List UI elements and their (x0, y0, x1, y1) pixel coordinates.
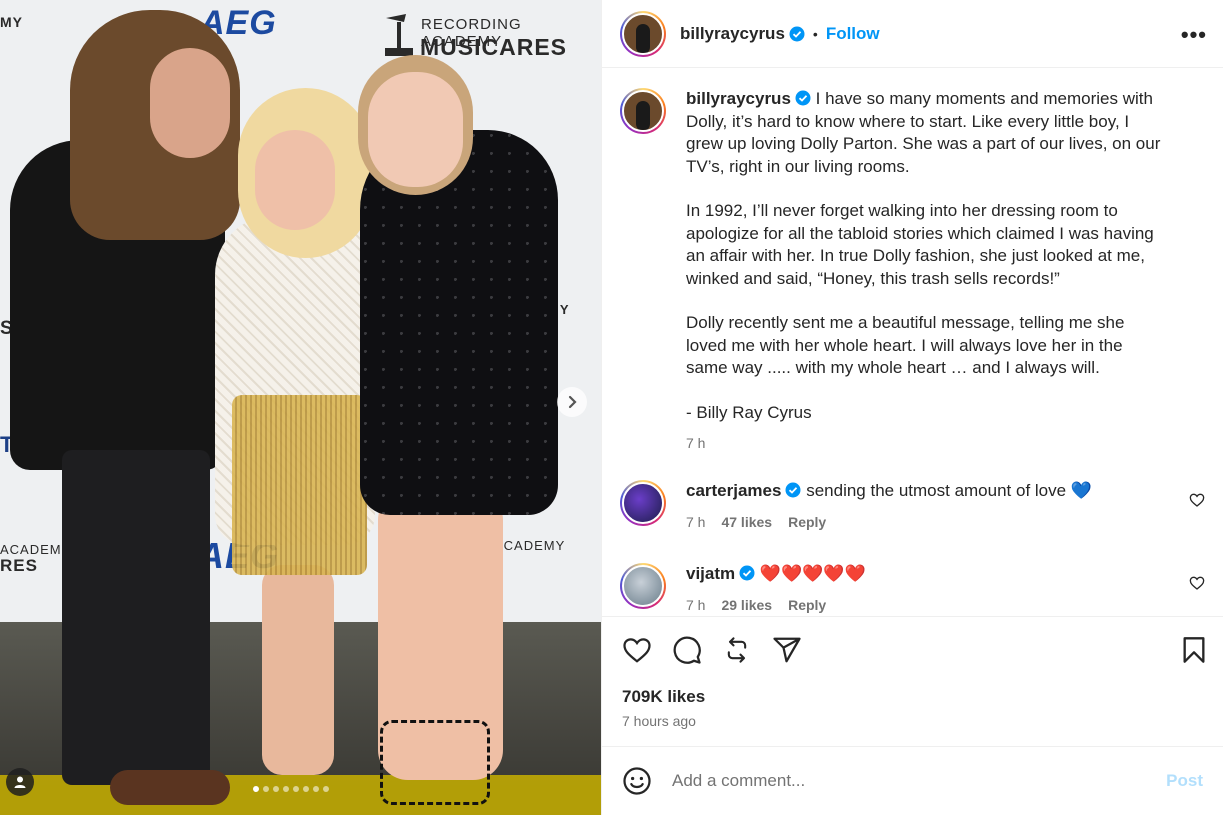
repost-icon (727, 637, 747, 663)
heart-icon (623, 638, 651, 663)
repost-button[interactable] (722, 635, 752, 665)
woman-center-legs (262, 565, 334, 775)
comment-reply-button[interactable]: Reply (788, 594, 826, 617)
post-time[interactable]: 7 hours ago (622, 713, 696, 729)
carousel-next-button[interactable] (557, 387, 587, 417)
man-jeans (62, 450, 210, 785)
add-comment-bar: Post (602, 746, 1223, 815)
man-boots (110, 770, 230, 805)
comments-section[interactable]: billyraycyrus I have so many moments and… (602, 68, 1223, 616)
chevron-right-icon (568, 395, 577, 409)
carousel-dot (263, 786, 269, 792)
send-icon (773, 637, 801, 663)
carousel-dot (283, 786, 289, 792)
carousel-dot (303, 786, 309, 792)
post-actions: 709K likes 7 hours ago (602, 616, 1223, 757)
author-username[interactable]: billyraycyrus (680, 24, 785, 44)
woman-center-face (255, 130, 335, 230)
comment-item: carterjames sending the utmost amount of… (620, 480, 1209, 533)
person-icon (14, 776, 26, 788)
caption-author[interactable]: billyraycyrus (686, 89, 791, 108)
comment-text: ❤️❤️❤️❤️❤️ (759, 564, 866, 583)
tagged-people-button[interactable] (6, 768, 34, 796)
comment-input[interactable] (672, 771, 1167, 791)
caption-paragraph-3: Dolly recently sent me a beautiful messa… (686, 313, 1125, 377)
post-comment-button[interactable]: Post (1166, 771, 1203, 791)
commenter-avatar[interactable] (620, 563, 666, 609)
more-options-button[interactable]: ••• (1181, 22, 1207, 48)
follow-button[interactable]: Follow (826, 24, 880, 44)
post-photo[interactable]: MY AEG RECORDING ACADEMY MUSICARES MY S … (0, 0, 601, 815)
carousel-dot (293, 786, 299, 792)
woman-right-heels (380, 720, 490, 805)
man-face (150, 48, 230, 158)
share-button[interactable] (772, 635, 802, 665)
like-button[interactable] (622, 635, 652, 665)
post-side-panel: billyraycyrus • Follow ••• billyraycyrus… (601, 0, 1223, 815)
likes-count[interactable]: 709K likes (622, 687, 705, 707)
commenter-username[interactable]: carterjames (686, 481, 781, 500)
comment-like-heart-icon[interactable] (1189, 575, 1205, 591)
verified-badge-icon (789, 26, 805, 41)
caption-time[interactable]: 7 h (686, 432, 705, 455)
caption-author-avatar[interactable] (620, 88, 666, 134)
comment-time[interactable]: 7 h (686, 511, 705, 534)
caption-signature: - Billy Ray Cyrus (686, 402, 812, 422)
gramophone-icon (385, 14, 413, 56)
user-avatar-icon (636, 101, 650, 130)
backdrop-text-academy-left: ACADEMY (0, 542, 72, 557)
comment-reply-button[interactable]: Reply (788, 511, 826, 534)
woman-right-face (368, 72, 463, 187)
backdrop-text-academy-right: ACADEMY (494, 538, 566, 553)
verified-badge-icon (795, 90, 811, 106)
caption: billyraycyrus I have so many moments and… (620, 88, 1209, 455)
header-separator: • (812, 25, 818, 42)
carousel-dot (323, 786, 329, 792)
comment-likes[interactable]: 47 likes (721, 511, 772, 534)
verified-badge-icon (739, 565, 755, 581)
comment-button[interactable] (672, 635, 702, 665)
verified-badge-icon (785, 482, 801, 498)
woman-center-fringe (232, 395, 367, 575)
comment-likes[interactable]: 29 likes (721, 594, 772, 617)
comment-item: vijatm ❤️❤️❤️❤️❤️ 7 h 29 likes Reply (620, 563, 1209, 616)
comment-like-heart-icon[interactable] (1189, 492, 1205, 508)
comment-bubble-icon (673, 636, 701, 664)
carousel-dot (273, 786, 279, 792)
post-header: billyraycyrus • Follow ••• (602, 0, 1223, 68)
caption-paragraph-2: In 1992, I’ll never forget walking into … (686, 201, 1154, 288)
comment-time[interactable]: 7 h (686, 594, 705, 617)
author-avatar[interactable] (620, 10, 666, 57)
save-button[interactable] (1179, 635, 1209, 665)
carousel-dot (253, 786, 259, 792)
commenter-username[interactable]: vijatm (686, 564, 735, 583)
commenter-avatar[interactable] (620, 480, 666, 526)
carousel-dot (313, 786, 319, 792)
emoji-icon[interactable] (622, 766, 652, 796)
backdrop-text-res: RES (0, 556, 38, 575)
carousel-dots (253, 786, 329, 792)
bookmark-icon (1183, 637, 1205, 663)
user-avatar-icon (636, 23, 650, 53)
backdrop-text-my: MY (0, 14, 23, 30)
backdrop-text-musicares: MUSICARES (420, 34, 568, 60)
comment-text: sending the utmost amount of love 💙 (806, 481, 1092, 500)
